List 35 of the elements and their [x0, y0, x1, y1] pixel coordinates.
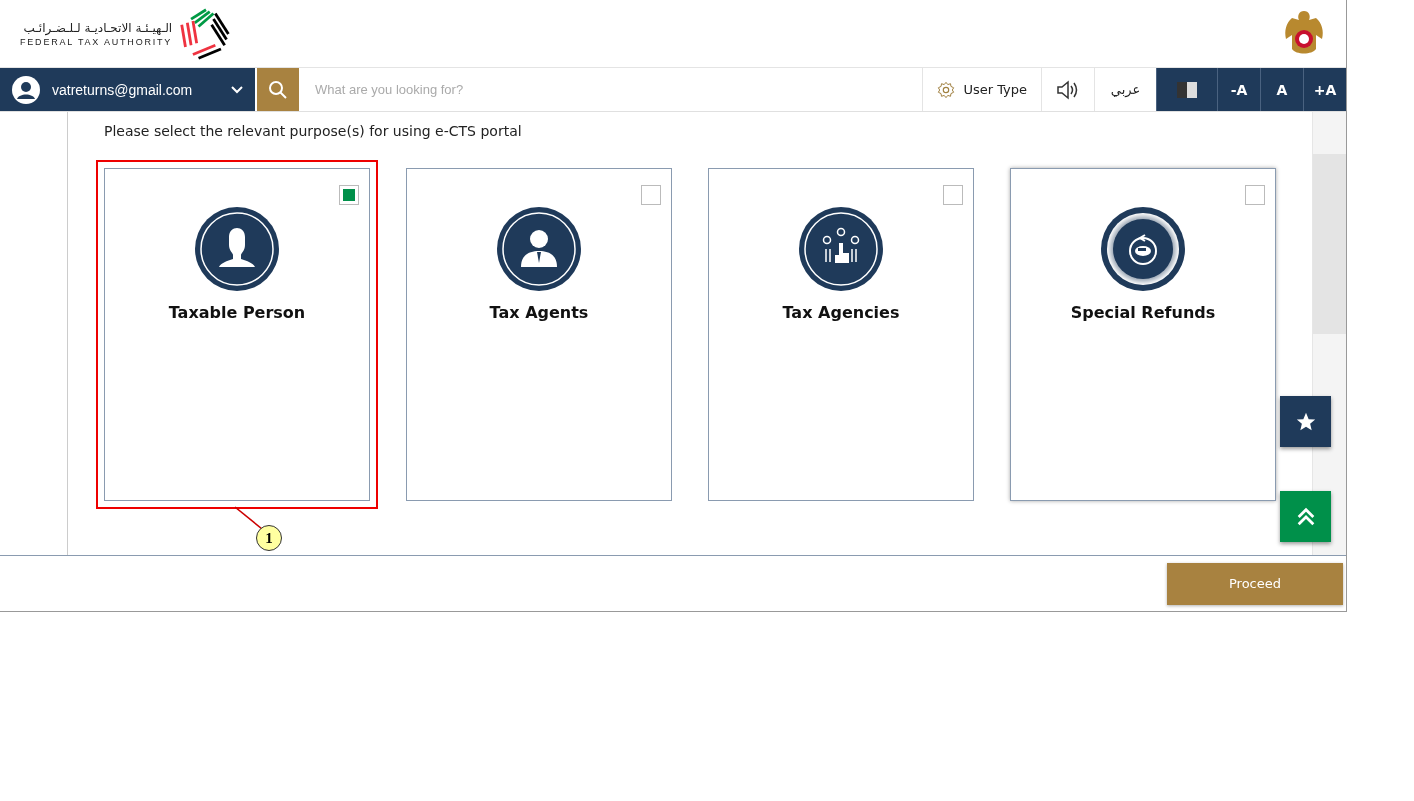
contrast-icon [1176, 80, 1198, 99]
favorites-button[interactable] [1280, 396, 1331, 447]
annotation-number: 1 [256, 525, 282, 551]
checkbox[interactable] [641, 185, 661, 205]
purpose-card[interactable]: Tax Agencies [708, 168, 974, 501]
card-title: Special Refunds [1070, 303, 1216, 322]
purpose-card[interactable]: Tax Agents [406, 168, 672, 501]
businessman-icon [497, 207, 581, 291]
user-email: vatreturns@gmail.com [52, 81, 194, 98]
scroll-to-top-button[interactable] [1280, 491, 1331, 542]
person-silhouette-icon [195, 207, 279, 291]
user-avatar-icon [12, 75, 40, 104]
checkbox[interactable] [943, 185, 963, 205]
user-menu[interactable]: vatreturns@gmail.com [0, 68, 255, 111]
purpose-card[interactable]: Special Refunds [1010, 168, 1276, 501]
logo-arabic-text: الـهيـئـة الاتحـاديـة لـلـضـرائـب [23, 20, 173, 35]
gear-icon [937, 80, 956, 99]
search-button[interactable] [255, 68, 299, 111]
font-size-button[interactable]: -A [1217, 68, 1260, 111]
caret-icon [231, 85, 243, 94]
font-size-button[interactable]: A [1260, 68, 1303, 111]
hand-pointer-people-icon [799, 207, 883, 291]
purpose-card[interactable]: Taxable Person [104, 168, 370, 501]
speaker-icon [1056, 79, 1080, 100]
card-title: Tax Agencies [782, 303, 900, 322]
card-title: Taxable Person [168, 303, 306, 322]
proceed-button[interactable]: Proceed [1167, 562, 1343, 605]
checkbox[interactable] [1245, 185, 1265, 205]
checkbox[interactable] [339, 185, 359, 205]
instruction-text: Please select the relevant purpose(s) for using e-CTS portal [104, 123, 523, 139]
search-icon [268, 79, 288, 100]
contrast-button[interactable] [1156, 68, 1217, 111]
card-title: Tax Agents [489, 303, 589, 322]
font-size-button[interactable]: +A [1303, 68, 1346, 111]
logo-english-text: FEDERAL TAX AUTHORITY [20, 36, 173, 47]
